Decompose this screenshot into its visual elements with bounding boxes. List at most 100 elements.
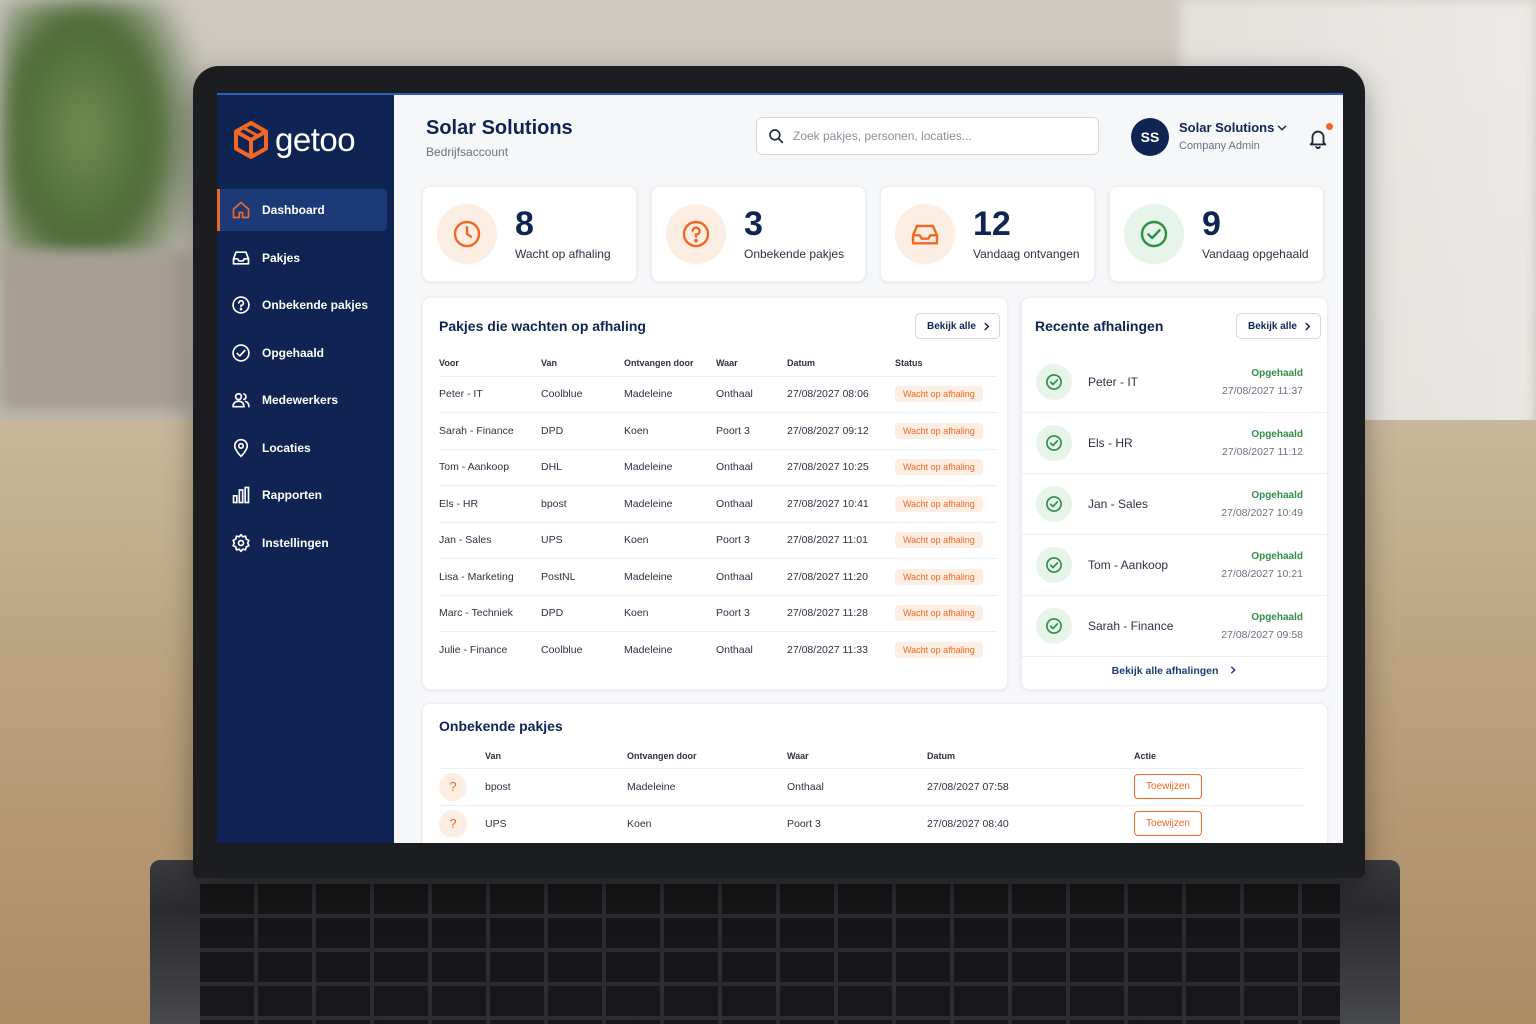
chevron-right-icon [1231, 666, 1236, 674]
user-name[interactable]: Solar Solutions [1179, 120, 1274, 135]
list-item[interactable]: Jan - Sales Opgehaald 27/08/2027 10:49 [1022, 474, 1327, 535]
pickup-meta: Opgehaald 27/08/2027 10:49 [1221, 490, 1303, 519]
recent-pickups-list: Peter - IT Opgehaald 27/08/2027 11:37 Els -… [1022, 352, 1327, 657]
column-header[interactable]: Ontvangen door [627, 744, 787, 768]
status-badge: Wacht op afhaling [895, 422, 983, 439]
check-circle-icon-wrap [1036, 364, 1072, 400]
sidebar-item-pakjes[interactable]: Pakjes [217, 237, 387, 279]
table-cell: Madeleine [624, 485, 716, 522]
view-all-button[interactable]: Bekijk alle [1236, 313, 1321, 339]
stat-card-picked-up-today[interactable]: 9 Vandaag opgehaald [1109, 186, 1324, 282]
table-cell: Madeleine [624, 558, 716, 595]
pickup-status: Opgehaald [1251, 489, 1303, 501]
stat-card-received-today[interactable]: 12 Vandaag ontvangen [880, 186, 1095, 282]
sidebar-item-onbekende-pakjes[interactable]: Onbekende pakjes [217, 284, 387, 326]
table-cell: DPD [541, 594, 624, 632]
inbox-icon [232, 250, 250, 265]
check-circle-icon-wrap [1036, 547, 1072, 583]
table-cell: Koen [624, 412, 716, 449]
column-header[interactable]: Ontvangen door [624, 350, 716, 376]
map-pin-icon [233, 438, 249, 458]
table-cell: PostNL [541, 558, 624, 595]
logo[interactable]: getoo [217, 119, 394, 161]
sidebar-item-rapporten[interactable]: Rapporten [217, 474, 387, 516]
check-circle-icon [1046, 435, 1062, 451]
check-circle-icon-wrap [1036, 425, 1072, 461]
pickup-name: Sarah - Finance [1088, 619, 1174, 633]
background-pot [0, 250, 190, 410]
check-circle-icon-wrap [1036, 608, 1072, 644]
table-cell: 27/08/2027 11:20 [787, 558, 895, 595]
logo-text: getoo [275, 121, 356, 158]
view-all-pickups-label: Bekijk alle afhalingen [1111, 665, 1219, 677]
list-item[interactable]: Sarah - Finance Opgehaald 27/08/2027 09:58 [1022, 596, 1327, 657]
column-header[interactable]: Datum [927, 744, 1134, 768]
avatar[interactable]: SS [1131, 118, 1169, 156]
column-header[interactable]: Datum [787, 350, 895, 376]
table-cell: Onthaal [716, 375, 787, 413]
view-all-pickups-link[interactable]: Bekijk alle afhalingen [1022, 665, 1327, 677]
table-row[interactable]: ? UPS Koen Poort 3 27/08/2027 08:40 Toewijzen [439, 804, 1303, 842]
sidebar-item-locaties[interactable]: Locaties [217, 427, 387, 469]
status-badge: Wacht op afhaling [895, 568, 983, 585]
sidebar-item-opgehaald[interactable]: Opgehaald [217, 332, 387, 374]
stats-row: 8 Wacht op afhaling 3 Onbekende pakjes 12 V… [422, 186, 1328, 282]
table-row[interactable]: Peter - IT Coolblue Madeleine Onthaal 27/08/… [439, 375, 997, 413]
assign-button[interactable]: Toewijzen [1134, 774, 1202, 799]
table-row[interactable]: Marc - Techniek DPD Koen Poort 3 27/08/2027 … [439, 594, 997, 632]
pickup-time: 27/08/2027 10:21 [1221, 567, 1303, 580]
list-item[interactable]: Els - HR Opgehaald 27/08/2027 11:12 [1022, 413, 1327, 474]
chevron-down-icon[interactable] [1275, 121, 1289, 135]
bell-icon[interactable] [1307, 127, 1329, 149]
table-row[interactable]: ? bpost Madeleine Onthaal 27/08/2027 07:58 To… [439, 767, 1303, 805]
list-item[interactable]: Tom - Aankoop Opgehaald 27/08/2027 10:21 [1022, 535, 1327, 596]
table-row[interactable]: Jan - Sales UPS Koen Poort 3 27/08/2027 11:0… [439, 521, 997, 559]
table-cell: Toewijzen [1134, 804, 1303, 842]
table-row[interactable]: Sarah - Finance DPD Koen Poort 3 27/08/2027 … [439, 412, 997, 449]
sidebar-item-dashboard[interactable]: Dashboard [217, 189, 387, 231]
search-input[interactable] [793, 129, 1073, 143]
column-header[interactable]: Voor [439, 350, 541, 376]
table-header-row: Van Ontvangen door Waar Datum Actie [439, 744, 1303, 768]
unknown-marker-icon: ? [439, 809, 467, 838]
column-header[interactable]: Van [541, 350, 624, 376]
column-header[interactable]: Van [485, 744, 627, 768]
sidebar-item-instellingen[interactable]: Instellingen [217, 522, 387, 564]
waiting-table: Voor Van Ontvangen door Waar Datum Statu… [439, 350, 997, 668]
table-cell: Jan - Sales [439, 521, 541, 559]
stat-card-unknown[interactable]: 3 Onbekende pakjes [651, 186, 866, 282]
table-row[interactable]: Lisa - Marketing PostNL Madeleine Onthaal 27… [439, 558, 997, 595]
sidebar-item-medewerkers[interactable]: Medewerkers [217, 379, 387, 421]
column-header[interactable]: Waar [787, 744, 927, 768]
sidebar-item-label: Instellingen [262, 535, 329, 550]
pickup-meta: Opgehaald 27/08/2027 11:37 [1222, 368, 1303, 397]
table-cell: Tom - Aankoop [439, 448, 541, 486]
table-cell: UPS [485, 804, 627, 842]
unknown-table: Van Ontvangen door Waar Datum Actie ? bpo… [439, 744, 1303, 842]
pickup-status: Opgehaald [1251, 367, 1303, 379]
column-header[interactable]: Waar [716, 350, 787, 376]
laptop-keyboard [200, 884, 1340, 1024]
list-item[interactable]: Peter - IT Opgehaald 27/08/2027 11:37 [1022, 352, 1327, 413]
stat-card-waiting[interactable]: 8 Wacht op afhaling [422, 186, 637, 282]
table-row[interactable]: Els - HR bpost Madeleine Onthaal 27/08/2027 … [439, 485, 997, 522]
table-row[interactable]: Tom - Aankoop DHL Madeleine Onthaal 27/08/20… [439, 448, 997, 486]
main-content: Solar Solutions Bedrijfsaccount SS Solar… [394, 95, 1343, 843]
search-icon [769, 129, 784, 144]
table-cell: Onthaal [716, 631, 787, 668]
table-cell: 27/08/2027 10:41 [787, 485, 895, 522]
column-header: Actie [1134, 750, 1157, 761]
pickup-meta: Opgehaald 27/08/2027 11:12 [1222, 429, 1303, 458]
column-header[interactable]: Status [895, 350, 997, 376]
table-cell: 27/08/2027 09:12 [787, 412, 895, 449]
pickup-status: Opgehaald [1251, 550, 1303, 562]
table-row[interactable]: Julie - Finance Coolblue Madeleine Onthaal 2… [439, 631, 997, 668]
search-bar[interactable] [756, 117, 1099, 155]
pickup-status: Opgehaald [1251, 428, 1303, 440]
view-all-button[interactable]: Bekijk alle [915, 313, 1000, 339]
table-cell: Onthaal [787, 767, 927, 805]
table-cell: UPS [541, 521, 624, 559]
app-screen: getoo Dashboard Pakjes Onbekende pakjes … [217, 93, 1343, 843]
stat-value: 12 [973, 205, 1011, 243]
assign-button[interactable]: Toewijzen [1134, 811, 1202, 837]
